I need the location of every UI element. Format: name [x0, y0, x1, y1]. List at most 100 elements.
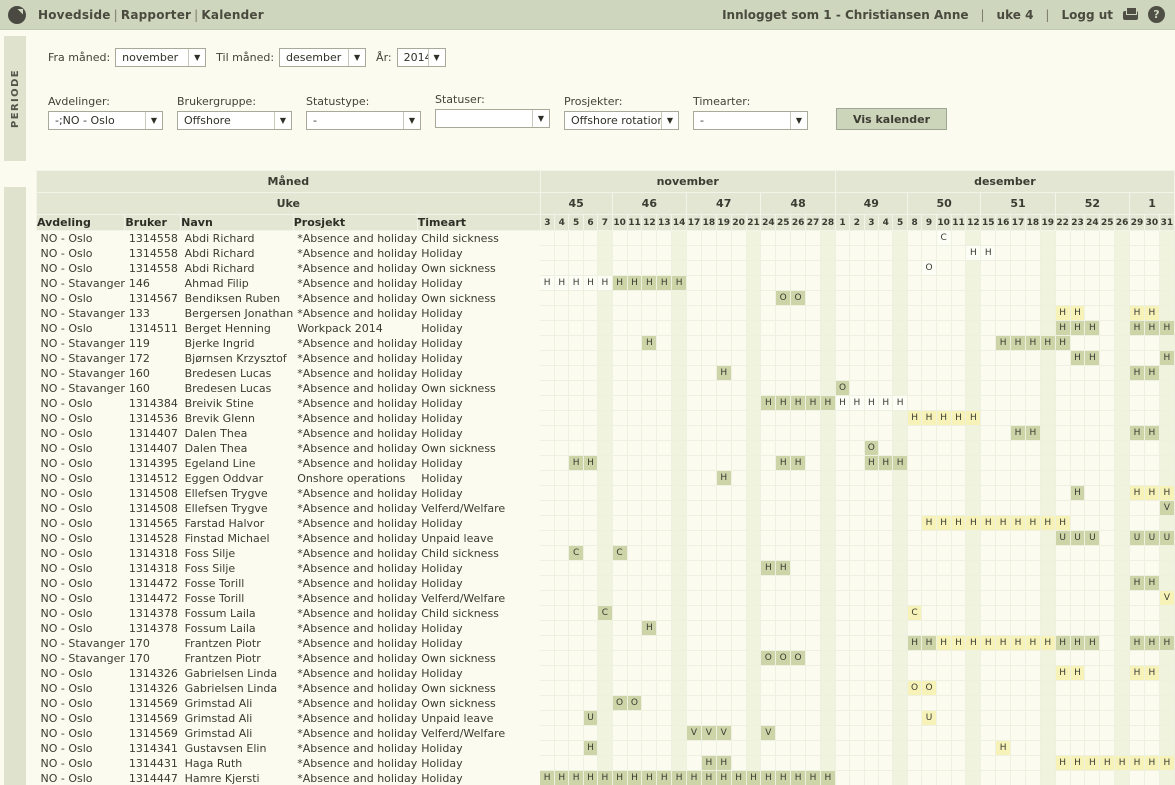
- calendar-cell[interactable]: [980, 695, 997, 711]
- calendar-cell[interactable]: [980, 230, 997, 246]
- calendar-cell[interactable]: [1159, 365, 1175, 381]
- calendar-cell[interactable]: [951, 695, 967, 711]
- calendar-cell[interactable]: [1010, 455, 1026, 471]
- calendar-cell[interactable]: [1055, 380, 1071, 396]
- calendar-cell[interactable]: [583, 485, 599, 501]
- calendar-cell[interactable]: [892, 515, 908, 531]
- calendar-cell[interactable]: [775, 590, 792, 606]
- calendar-cell[interactable]: [641, 635, 658, 651]
- calendar-cell[interactable]: [686, 305, 702, 321]
- calendar-cell[interactable]: [671, 380, 688, 396]
- calendar-cell[interactable]: [965, 230, 982, 246]
- table-row[interactable]: NO - Stavanger 170 Frantzen Piotr *Absence …: [37, 635, 1175, 651]
- calendar-cell[interactable]: [980, 470, 997, 486]
- calendar-cell[interactable]: [540, 245, 556, 261]
- calendar-cell[interactable]: [716, 605, 732, 621]
- calendar-cell[interactable]: [790, 500, 807, 516]
- calendar-cell[interactable]: [995, 725, 1012, 741]
- calendar-cell[interactable]: [746, 485, 762, 501]
- calendar-cell[interactable]: [583, 620, 599, 636]
- calendar-cell[interactable]: [716, 620, 732, 636]
- calendar-cell[interactable]: [656, 245, 673, 261]
- calendar-cell[interactable]: [540, 620, 556, 636]
- calendar-mark-C[interactable]: C: [907, 605, 923, 621]
- calendar-mark-H[interactable]: H: [907, 410, 923, 426]
- table-row[interactable]: NO - Oslo 1314472 Fosse Torill *Absence and…: [37, 575, 1175, 591]
- calendar-cell[interactable]: [951, 590, 967, 606]
- calendar-cell[interactable]: [1114, 680, 1131, 696]
- calendar-mark-H[interactable]: H: [627, 275, 643, 291]
- calendar-cell[interactable]: [1010, 755, 1026, 771]
- calendar-cell[interactable]: [1144, 260, 1160, 276]
- calendar-cell[interactable]: [641, 440, 658, 456]
- calendar-cell[interactable]: [656, 530, 673, 546]
- calendar-cell[interactable]: [1025, 755, 1041, 771]
- calendar-cell[interactable]: [1025, 470, 1041, 486]
- calendar-cell[interactable]: [995, 770, 1012, 785]
- calendar-cell[interactable]: [656, 515, 673, 531]
- calendar-cell[interactable]: [568, 650, 584, 666]
- calendar-cell[interactable]: [716, 500, 732, 516]
- calendar-cell[interactable]: [731, 365, 747, 381]
- calendar-mark-H[interactable]: H: [775, 770, 792, 785]
- calendar-cell[interactable]: [805, 650, 821, 666]
- calendar-cell[interactable]: [921, 755, 937, 771]
- calendar-mark-H[interactable]: H: [1070, 485, 1086, 501]
- calendar-cell[interactable]: [995, 380, 1012, 396]
- calendar-cell[interactable]: [878, 695, 894, 711]
- calendar-mark-H[interactable]: H: [1040, 515, 1056, 531]
- calendar-cell[interactable]: [701, 290, 717, 306]
- calendar-cell[interactable]: [540, 665, 556, 681]
- calendar-cell[interactable]: [965, 395, 982, 411]
- calendar-cell[interactable]: [554, 725, 570, 741]
- calendar-cell[interactable]: [1010, 530, 1026, 546]
- calendar-cell[interactable]: [597, 305, 613, 321]
- calendar-mark-H[interactable]: H: [568, 770, 584, 785]
- calendar-cell[interactable]: [746, 560, 762, 576]
- calendar-cell[interactable]: [656, 740, 673, 756]
- calendar-cell[interactable]: [612, 230, 628, 246]
- calendar-cell[interactable]: [627, 620, 643, 636]
- calendar-cell[interactable]: [892, 680, 908, 696]
- calendar-cell[interactable]: [1010, 710, 1026, 726]
- calendar-cell[interactable]: [597, 680, 613, 696]
- calendar-cell[interactable]: [1040, 530, 1056, 546]
- calendar-cell[interactable]: [1025, 695, 1041, 711]
- calendar-cell[interactable]: [686, 515, 702, 531]
- calendar-cell[interactable]: [540, 440, 556, 456]
- calendar-cell[interactable]: [731, 530, 747, 546]
- calendar-cell[interactable]: [936, 650, 952, 666]
- calendar-cell[interactable]: [820, 605, 836, 621]
- calendar-cell[interactable]: [716, 410, 732, 426]
- calendar-cell[interactable]: [892, 635, 908, 651]
- calendar-cell[interactable]: [1010, 770, 1026, 785]
- calendar-cell[interactable]: [612, 680, 628, 696]
- calendar-cell[interactable]: [671, 710, 688, 726]
- calendar-mark-H[interactable]: H: [641, 620, 658, 636]
- calendar-cell[interactable]: [878, 560, 894, 576]
- calendar-cell[interactable]: [627, 350, 643, 366]
- table-row[interactable]: NO - Oslo 1314558 Abdi Richard *Absence and…: [37, 245, 1175, 261]
- calendar-cell[interactable]: [760, 635, 777, 651]
- calendar-cell[interactable]: [921, 245, 937, 261]
- calendar-cell[interactable]: [1114, 740, 1131, 756]
- calendar-cell[interactable]: [731, 710, 747, 726]
- calendar-mark-H[interactable]: H: [790, 770, 807, 785]
- calendar-cell[interactable]: [1159, 470, 1175, 486]
- calendar-cell[interactable]: [835, 410, 851, 426]
- calendar-mark-H[interactable]: H: [1144, 320, 1160, 336]
- calendar-cell[interactable]: [671, 230, 688, 246]
- calendar-cell[interactable]: [641, 230, 658, 246]
- calendar-cell[interactable]: [568, 710, 584, 726]
- nav-link-hovedside[interactable]: Hovedside: [38, 8, 111, 22]
- calendar-cell[interactable]: [995, 455, 1012, 471]
- calendar-mark-H[interactable]: H: [805, 770, 821, 785]
- calendar-mark-H[interactable]: H: [1144, 305, 1160, 321]
- calendar-cell[interactable]: [686, 695, 702, 711]
- calendar-mark-H[interactable]: H: [1010, 635, 1026, 651]
- calendar-cell[interactable]: [760, 455, 777, 471]
- calendar-mark-H[interactable]: H: [583, 770, 599, 785]
- calendar-mark-H[interactable]: H: [1055, 335, 1071, 351]
- calendar-cell[interactable]: [864, 575, 880, 591]
- calendar-cell[interactable]: [1144, 410, 1160, 426]
